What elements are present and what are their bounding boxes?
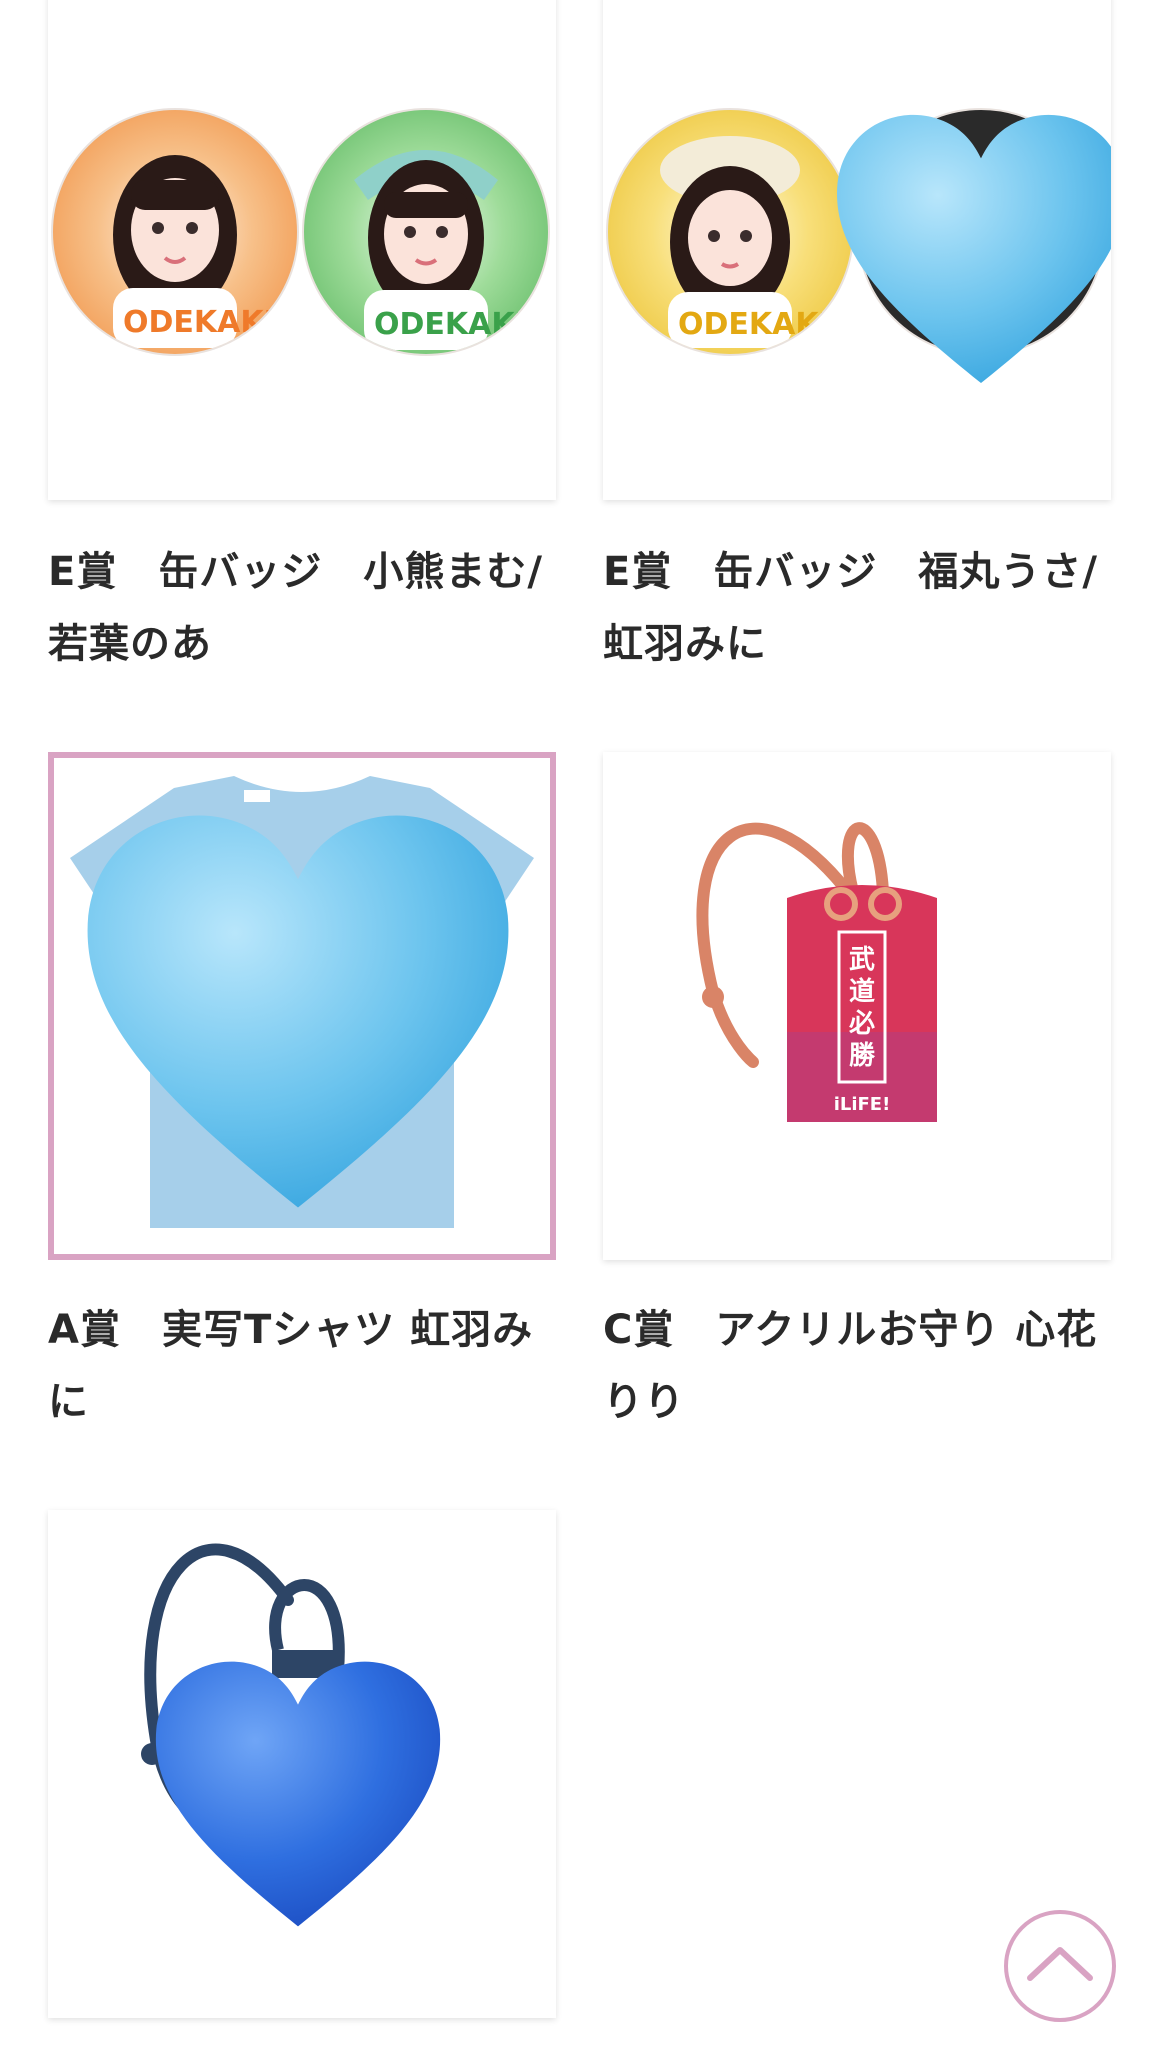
- svg-text:必: 必: [849, 1009, 875, 1039]
- product-title[interactable]: E賞 缶バッジ 小熊まむ/若葉のあ: [48, 536, 556, 680]
- can-badge-orange: ODEKAKE!: [51, 108, 299, 356]
- product-title[interactable]: E賞 缶バッジ 福丸うさ/虹羽みに: [603, 536, 1111, 680]
- girl-portrait-icon: ODEKAKE!: [660, 136, 852, 348]
- product-image-can-badges[interactable]: ODEKAKE!: [603, 0, 1111, 500]
- svg-text:iLiFE!: iLiFE!: [834, 1094, 891, 1115]
- product-image-can-badges[interactable]: ODEKAKE! ODEKAKE!: [48, 0, 556, 500]
- can-badge-yellow: ODEKAKE!: [606, 108, 854, 356]
- svg-text:勝: 勝: [849, 1041, 876, 1071]
- svg-text:道: 道: [849, 976, 875, 1007]
- blue-heart-icon: [155, 1661, 441, 1927]
- girl-portrait-icon: ODEKAKE!: [354, 150, 548, 350]
- girl-portrait-icon: ODEKAKE!: [113, 155, 297, 348]
- blue-heart-icon: [87, 815, 509, 1208]
- blue-heart-icon: [837, 114, 1111, 384]
- product-title[interactable]: A賞 実写Tシャツ 虹羽みに: [48, 1294, 556, 1438]
- can-badge-green: ODEKAKE!: [302, 108, 550, 356]
- svg-text:ODEKAKE!: ODEKAKE!: [374, 307, 548, 342]
- product-image-omamori[interactable]: [48, 1510, 556, 2018]
- omamori-charm-icon: 武 道 必 勝 iLiFE!: [696, 822, 937, 1122]
- product-image-tshirt[interactable]: [48, 752, 556, 1260]
- svg-text:武: 武: [849, 945, 875, 975]
- chevron-up-icon: [1027, 1947, 1093, 1981]
- svg-text:ODEKAKE!: ODEKAKE!: [123, 305, 297, 340]
- product-image-omamori[interactable]: 武 道 必 勝 iLiFE!: [603, 752, 1111, 1260]
- scroll-top-button[interactable]: [1004, 1910, 1116, 2022]
- product-title[interactable]: C賞 アクリルお守り 心花りり: [603, 1294, 1111, 1438]
